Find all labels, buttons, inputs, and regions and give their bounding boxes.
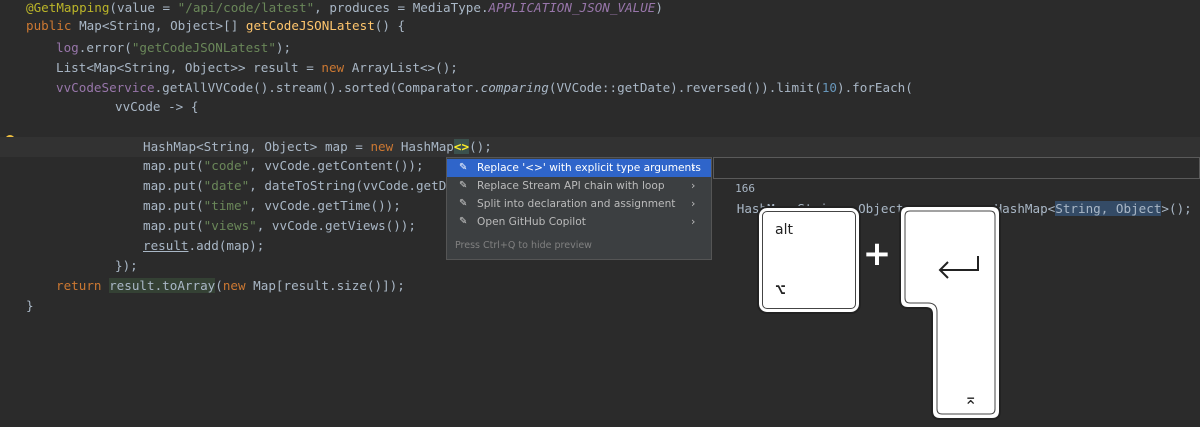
code-line[interactable]: public Map<String, Object>[] getCodeJSON… xyxy=(0,16,405,36)
popup-hint: Press Ctrl+Q to hide preview xyxy=(455,240,592,251)
preview-token: >(); xyxy=(1161,201,1192,216)
pencil-icon: ✎ xyxy=(459,216,468,227)
code-token: "views" xyxy=(203,218,257,233)
code-token: return xyxy=(56,278,110,293)
code-token: List<Map<String, Object>> result = xyxy=(56,60,322,75)
code-line[interactable]: vvCodeService.getAllVVCode().stream().so… xyxy=(0,78,913,98)
code-token: 10 xyxy=(821,80,837,95)
code-token: }); xyxy=(115,258,138,273)
chevron-right-icon[interactable]: › xyxy=(691,177,695,195)
code-line[interactable]: } xyxy=(0,296,34,316)
code-token: vvCodeService xyxy=(56,80,155,95)
code-token: , vvCode.getContent()); xyxy=(249,158,424,173)
intention-item[interactable]: ✎ Replace Stream API chain with loop › xyxy=(447,177,711,195)
code-token: ); xyxy=(275,40,292,55)
code-token: value = xyxy=(117,0,178,15)
pencil-icon: ✎ xyxy=(459,162,468,173)
code-token: new xyxy=(222,278,254,293)
code-token: result xyxy=(143,238,189,253)
code-token: (VVCode::getDate).reversed()).limit( xyxy=(548,80,822,95)
option-symbol-icon: ⌥ xyxy=(775,280,786,301)
code-token: , vvCode.getViews()); xyxy=(256,218,416,233)
code-token: "code" xyxy=(203,158,250,173)
code-token: , vvCode.getTime()); xyxy=(249,198,401,213)
code-token: @GetMapping xyxy=(26,0,110,15)
code-token: getCodeJSONLatest xyxy=(245,18,375,33)
alt-key-label: alt xyxy=(775,222,793,238)
code-token: map.put( xyxy=(143,178,204,193)
code-token: ) xyxy=(655,0,663,15)
code-line[interactable]: List<Map<String, Object>> result = new A… xyxy=(0,58,458,78)
code-token: () { xyxy=(374,18,406,33)
code-token: "/api/code/latest" xyxy=(177,0,315,15)
code-token: new xyxy=(370,139,401,154)
intention-item[interactable]: ✎ Open GitHub Copilot › xyxy=(447,213,711,231)
code-line[interactable]: vvCode -> { xyxy=(0,97,198,117)
code-token: , produces = MediaType. xyxy=(314,0,489,15)
code-token: map.put( xyxy=(143,218,204,233)
code-token: } xyxy=(26,298,34,313)
intention-item-label: Replace '<>' with explicit type argument… xyxy=(477,162,701,174)
intention-item-label: Replace Stream API chain with loop xyxy=(477,180,665,192)
preview-token: HashMap< xyxy=(994,201,1056,216)
code-token: .getAllVVCode().stream().sorted(Comparat… xyxy=(154,80,481,95)
code-token: result.toArray xyxy=(109,278,216,293)
code-token: log xyxy=(56,40,79,55)
chevron-right-icon[interactable]: › xyxy=(691,159,695,177)
code-token: public xyxy=(26,18,80,33)
chevron-right-icon[interactable]: › xyxy=(691,213,695,231)
code-token: "date" xyxy=(203,178,250,193)
code-line[interactable]: return result.toArray(new Map[result.siz… xyxy=(0,276,405,296)
intention-item-label: Split into declaration and assignment xyxy=(477,198,676,210)
intention-preview: 166 HashMap<String, Object> map = new Ha… xyxy=(713,157,1200,216)
code-token: .add(map); xyxy=(188,238,265,253)
plus-sign: + xyxy=(862,234,892,274)
code-line[interactable]: map.put("code", vvCode.getContent()); xyxy=(0,156,424,176)
code-token: "getCodeJSONLatest" xyxy=(131,40,276,55)
code-token: Map<String, Object>[] xyxy=(79,18,246,33)
code-token: ArrayList<>(); xyxy=(351,60,458,75)
code-line[interactable]: HashMap<String, Object> map = new HashMa… xyxy=(0,137,1200,157)
code-line[interactable]: map.put("views", vvCode.getViews()); xyxy=(0,216,416,236)
intention-actions-popup: ✎ Replace '<>' with explicit type argumen… xyxy=(446,157,712,260)
code-token: ).forEach( xyxy=(837,80,913,95)
code-token: "time" xyxy=(203,198,250,213)
code-token: error( xyxy=(86,40,132,55)
intention-item[interactable]: ✎ Replace '<>' with explicit type argumen… xyxy=(447,159,711,177)
alt-key: alt ⌥ xyxy=(757,206,861,314)
intention-item[interactable]: ✎ Split into declaration and assignment › xyxy=(447,195,711,213)
chevron-right-icon[interactable]: › xyxy=(691,195,695,213)
pencil-icon: ✎ xyxy=(459,180,468,191)
code-token: ( xyxy=(215,278,223,293)
code-line[interactable]: }); xyxy=(0,256,138,276)
preview-line-number: 166 xyxy=(735,182,756,195)
code-token: map.put( xyxy=(143,198,204,213)
code-token: map.put( xyxy=(143,158,204,173)
code-line[interactable]: result.add(map); xyxy=(0,236,264,256)
preview-token: String, Object xyxy=(1055,201,1162,216)
code-token: HashMap<String, Object> map = xyxy=(143,139,371,154)
code-token: ( xyxy=(109,0,117,15)
enter-symbol-icon: ⌅ xyxy=(964,389,977,408)
code-token: <> xyxy=(453,139,470,154)
code-token: APPLICATION_JSON_VALUE xyxy=(488,0,656,15)
pencil-icon: ✎ xyxy=(459,198,468,209)
code-token: HashMap xyxy=(400,139,454,154)
code-line[interactable]: map.put("date", dateToString(vvCode.getD… xyxy=(0,176,461,196)
code-token: Map[result.size()]); xyxy=(253,278,405,293)
code-token: comparing xyxy=(480,80,549,95)
code-token: new xyxy=(321,60,352,75)
code-line[interactable]: map.put("time", vvCode.getTime()); xyxy=(0,196,401,216)
intention-item-label: Open GitHub Copilot xyxy=(477,216,586,228)
code-token: , dateToString(vvCode.getDat xyxy=(249,178,462,193)
code-token: (); xyxy=(469,139,492,154)
enter-key: ⌅ xyxy=(899,205,1001,420)
code-line[interactable]: log.error("getCodeJSONLatest"); xyxy=(0,38,291,58)
code-token: vvCode -> { xyxy=(115,99,199,114)
